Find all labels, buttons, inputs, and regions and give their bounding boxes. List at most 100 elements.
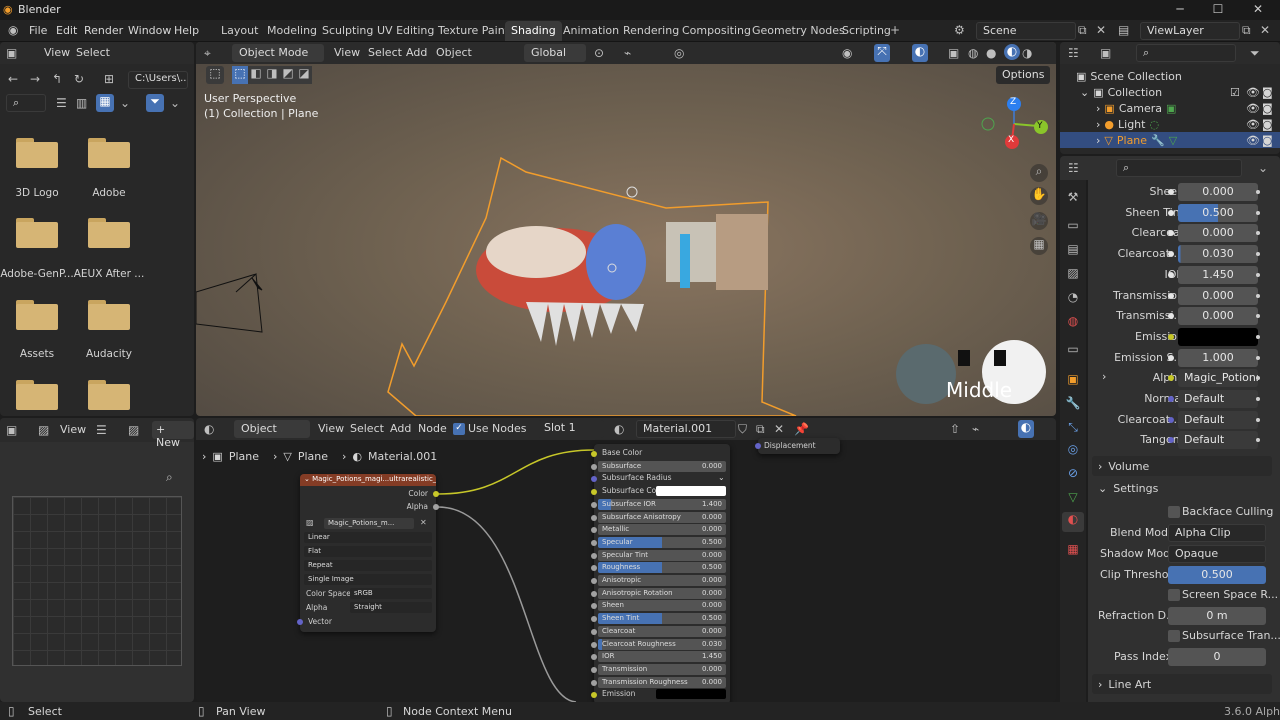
minimize-button[interactable]: ─ — [1160, 2, 1200, 16]
bsdf-input-slider[interactable]: 0.000 Specular Tint — [598, 549, 726, 561]
keyframe-dot-icon[interactable] — [1256, 314, 1260, 319]
property-value-field[interactable]: Default — [1178, 431, 1258, 450]
image-browse-icon[interactable]: ▨ — [306, 518, 314, 527]
bsdf-input-socket[interactable] — [591, 451, 597, 457]
bsdf-input-slider[interactable]: 1.400 Subsurface IOR — [598, 498, 726, 510]
folder-icon[interactable] — [16, 380, 58, 410]
image-menu-view[interactable]: View — [60, 423, 86, 436]
expand-right-icon[interactable]: › — [1096, 102, 1100, 115]
bsdf-input-socket[interactable] — [591, 692, 597, 699]
projection-dropdown[interactable]: Flat — [304, 546, 432, 557]
view-layer-selector[interactable]: ViewLayer — [1140, 22, 1240, 40]
bsdf-input-slider[interactable]: 0.500 Roughness — [598, 562, 726, 574]
menu-edit[interactable]: Edit — [56, 24, 77, 37]
eye-icon[interactable]: 👁 — [1246, 134, 1260, 147]
texture-tab-icon[interactable]: ▦ — [1064, 542, 1082, 556]
scene-collection-row[interactable]: ▣ Scene Collection — [1076, 68, 1182, 84]
bsdf-input-slider[interactable]: 0.000 Subsurface — [598, 460, 726, 472]
color-space-dropdown[interactable]: sRGB — [350, 588, 432, 599]
path-field[interactable]: C:\Users\... — [128, 71, 188, 89]
filter-icon[interactable]: ⏷ — [146, 94, 164, 112]
outliner-row-plane[interactable]: › ▽ Plane 🔧 ▽ 👁 ◙ — [1060, 132, 1280, 148]
keyframe-dot-icon[interactable] — [1256, 417, 1260, 422]
tab-rendering[interactable]: Rendering — [617, 21, 685, 41]
bsdf-input-socket[interactable] — [591, 552, 597, 559]
socket-link-icon[interactable] — [1168, 292, 1174, 299]
collapse-icon[interactable]: ⌄ — [304, 475, 312, 483]
tab-shading[interactable]: Shading — [505, 21, 562, 41]
world-tab-icon[interactable]: ◍ — [1064, 314, 1082, 328]
tab-modeling[interactable]: Modeling — [261, 21, 323, 41]
outliner-row-camera[interactable]: › ▣ Camera ▣ 👁 ◙ — [1096, 100, 1280, 116]
keyframe-dot-icon[interactable] — [1256, 376, 1260, 381]
refresh-icon[interactable]: ↻ — [74, 72, 84, 86]
editor-type-icon[interactable]: ☷ — [1068, 161, 1079, 175]
tab-scripting[interactable]: Scripting — [836, 21, 897, 41]
bsdf-input-socket[interactable] — [591, 578, 597, 584]
bsdf-input-socket[interactable] — [591, 654, 597, 661]
node-editor[interactable]: ◐ Object View Select Add Node ✓ Use Node… — [196, 418, 1056, 702]
particles-tab-icon[interactable]: ⤡ — [1064, 420, 1082, 435]
bsdf-input-slider[interactable]: 0.000 Subsurface Anisotropy — [598, 511, 726, 523]
tab-compositing[interactable]: Compositing — [676, 21, 757, 41]
bsdf-input-slider[interactable]: 0.000 Sheen — [598, 600, 726, 612]
shadow-mode-dropdown[interactable]: Opaque — [1168, 545, 1266, 563]
socket-link-icon[interactable] — [1168, 209, 1174, 216]
camera-view-icon[interactable]: 🎥 — [1030, 212, 1048, 230]
keyframe-dot-icon[interactable] — [1256, 210, 1260, 215]
socket-link-icon[interactable] — [1168, 189, 1174, 195]
gizmo-neg-y-icon[interactable] — [981, 117, 995, 131]
bsdf-input-socket[interactable] — [591, 489, 597, 496]
camera-restrict-icon[interactable]: ◙ — [1262, 134, 1273, 147]
material-output-node[interactable]: Displacement — [755, 438, 840, 454]
volume-panel-header[interactable]: › Volume — [1092, 456, 1272, 476]
unlink-image-icon[interactable]: ✕ — [420, 518, 427, 527]
folder-icon[interactable] — [88, 300, 130, 330]
socket-link-icon[interactable] — [1168, 396, 1174, 402]
property-value-field[interactable]: 0.030 — [1178, 245, 1258, 264]
file-menu-view[interactable]: View — [44, 46, 70, 59]
property-value-field[interactable]: Default — [1178, 410, 1258, 429]
bsdf-input-socket[interactable] — [591, 476, 597, 483]
camera-restrict-icon[interactable]: ◙ — [1262, 118, 1273, 131]
new-folder-icon[interactable]: ⊞ — [104, 72, 114, 86]
display-mode-icon[interactable]: ▣ — [1100, 46, 1111, 60]
material-tab-icon[interactable]: ◐ — [1062, 512, 1084, 532]
outliner-row-light[interactable]: › ● Light ◌ 👁 ◙ — [1096, 116, 1280, 132]
vector-input-socket[interactable] — [297, 619, 303, 625]
outliner-search-input[interactable]: ⌕ — [1136, 44, 1236, 62]
bsdf-input-socket[interactable] — [591, 527, 597, 534]
socket-link-icon[interactable] — [1168, 416, 1174, 423]
eye-icon[interactable]: 👁 — [1246, 102, 1260, 115]
eye-icon[interactable]: 👁 — [1246, 86, 1260, 99]
scene-selector[interactable]: Scene — [976, 22, 1076, 40]
keyframe-dot-icon[interactable] — [1256, 355, 1260, 360]
forward-arrow-icon[interactable]: → — [30, 72, 40, 86]
bsdf-input-slider[interactable]: 0.000 Anisotropic — [598, 575, 726, 586]
displacement-socket[interactable] — [755, 443, 761, 449]
bsdf-input-socket[interactable] — [591, 565, 597, 572]
subsurface-translucency-checkbox[interactable] — [1168, 630, 1180, 642]
bsdf-input-slider[interactable]: 0.000 Anisotropic Rotation — [598, 587, 726, 599]
parent-directory-icon[interactable]: ↰ — [52, 72, 62, 86]
file-search-input[interactable]: ⌕ — [6, 94, 46, 112]
display-dropdown-icon[interactable]: ⌄ — [120, 96, 130, 110]
bsdf-input-socket[interactable] — [591, 616, 597, 623]
settings-panel-header[interactable]: ⌄ Settings — [1092, 478, 1272, 498]
expand-down-icon[interactable]: ⌄ — [1080, 86, 1089, 99]
bsdf-input-slider[interactable]: 0.000 Transmission Roughness — [598, 676, 726, 688]
physics-tab-icon[interactable]: ◎ — [1064, 442, 1082, 456]
outliner-row-collection[interactable]: ⌄ ▣ Collection ☑ 👁 ◙ — [1080, 84, 1280, 100]
folder-icon[interactable] — [16, 218, 58, 248]
new-view-layer-icon[interactable]: ⧉ — [1242, 23, 1251, 38]
data-tab-icon[interactable]: ▽ — [1064, 490, 1082, 504]
blend-mode-dropdown[interactable]: Alpha Clip — [1168, 524, 1266, 542]
delete-view-layer-icon[interactable]: ✕ — [1260, 23, 1270, 37]
socket-link-icon[interactable] — [1168, 333, 1174, 340]
extension-dropdown[interactable]: Repeat — [304, 560, 432, 571]
scene-tab-icon[interactable]: ◔ — [1064, 290, 1082, 304]
keyframe-dot-icon[interactable] — [1256, 190, 1260, 194]
expand-right-icon[interactable]: › — [1096, 118, 1100, 131]
zoom-icon[interactable]: ⌕ — [166, 470, 173, 485]
zoom-icon[interactable]: ⌕ — [1030, 164, 1048, 182]
